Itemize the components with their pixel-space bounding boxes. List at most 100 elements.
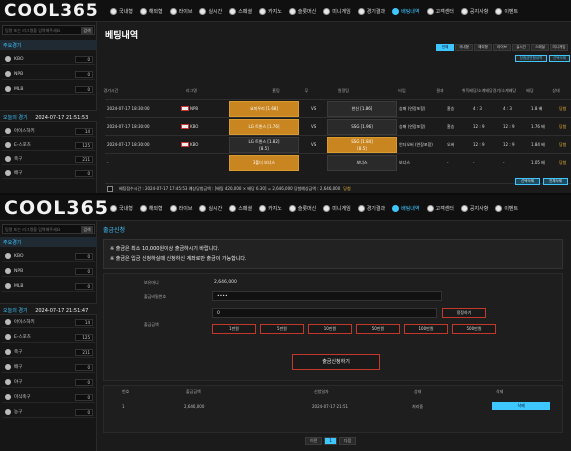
main-game-item[interactable]: MLB 0 bbox=[2, 84, 95, 95]
main-game-item[interactable]: NPB 0 bbox=[2, 266, 95, 277]
quick-amount-button[interactable]: 50만원 bbox=[356, 324, 400, 334]
team-search-input[interactable]: 팀명 또는 리그명을 입력해주세요 검색 bbox=[2, 224, 95, 234]
away-pick[interactable]: SSG [1.84] [8.5] bbox=[327, 137, 397, 153]
table-row: 2024-07-17 18:30:00 KBO LG 트윈스 [1.82] [8.5]… bbox=[105, 135, 571, 153]
nav-item-6[interactable]: 슬롯머신 bbox=[288, 7, 316, 15]
nav-item-8[interactable]: 경기결과 bbox=[357, 7, 385, 15]
quick-amount-button[interactable]: 500만원 bbox=[452, 324, 496, 334]
nav-item-7[interactable]: 미니게임 bbox=[323, 7, 351, 15]
quick-amount-button[interactable]: 5만원 bbox=[260, 324, 304, 334]
withdraw-password-field[interactable]: •••• bbox=[212, 291, 442, 301]
sport-item[interactable]: 배구 0 bbox=[2, 168, 95, 179]
row-delete-button[interactable]: 삭제 bbox=[492, 402, 550, 410]
main-nav: 국내형 해외형 라이브 실시간 스페셜 카지노 슬롯머신 미니게임 경기결과 배팅내역 고객센터 공지… bbox=[110, 0, 525, 22]
nav-item-1[interactable]: 해외형 bbox=[139, 204, 163, 212]
team-search-input[interactable]: 팀명 또는 리그명을 입력해주세요 검색 bbox=[2, 25, 95, 35]
quick-amount-button[interactable]: 100만원 bbox=[404, 324, 448, 334]
quick-amount-button[interactable]: 1만원 bbox=[212, 324, 256, 334]
nav-icon bbox=[259, 204, 267, 212]
nav-item-10[interactable]: 고객센터 bbox=[426, 204, 454, 212]
nav-item-2[interactable]: 라이브 bbox=[169, 7, 192, 15]
refund-history-button[interactable]: 당첨금반환내역 bbox=[515, 55, 547, 62]
row-number: 1 bbox=[122, 404, 125, 409]
nav-item-9[interactable]: 배팅내역 bbox=[392, 204, 420, 212]
row-score: 12 : 9 bbox=[503, 124, 515, 129]
nav-label: 카지노 bbox=[268, 205, 282, 212]
reset-amount-button[interactable]: 정정하기 bbox=[442, 308, 486, 318]
filter-button[interactable]: 미니게임 bbox=[550, 44, 568, 51]
nav-item-9[interactable]: 배팅내역 bbox=[392, 7, 420, 15]
nav-item-11[interactable]: 공지사항 bbox=[460, 7, 488, 15]
nav-icon bbox=[229, 7, 237, 15]
main-game-count: 0 bbox=[75, 268, 93, 275]
search-button[interactable]: 검색 bbox=[81, 226, 93, 233]
sport-item[interactable]: 축구 211 bbox=[2, 347, 95, 358]
search-placeholder: 팀명 또는 리그명을 입력해주세요 bbox=[5, 28, 61, 33]
away-pick[interactable]: 보너스 bbox=[327, 155, 397, 171]
nav-item-3[interactable]: 실시간 bbox=[199, 7, 223, 15]
nav-item-3[interactable]: 실시간 bbox=[199, 204, 222, 212]
notice-line-2: ※ 출금은 입금 신청하실때 신청하신 계좌로만 출금이 가능합니다. bbox=[110, 256, 247, 262]
home-pick[interactable]: 요미우리 [1.68] bbox=[229, 101, 299, 117]
pager-button[interactable]: 다음 bbox=[338, 437, 357, 445]
site-logo[interactable]: COOL365 bbox=[4, 197, 109, 219]
sport-item[interactable]: 축구 211 bbox=[2, 154, 95, 165]
filter-button[interactable]: 라이브 bbox=[493, 44, 511, 51]
sport-item[interactable]: 야구 0 bbox=[2, 377, 95, 388]
site-logo[interactable]: COOL365 bbox=[4, 1, 99, 21]
pager-button[interactable]: 1 bbox=[324, 437, 337, 445]
nav-item-8[interactable]: 경기결과 bbox=[357, 204, 385, 212]
nav-item-0[interactable]: 국내형 bbox=[110, 7, 133, 15]
nav-item-5[interactable]: 카지노 bbox=[259, 7, 282, 15]
nav-icon bbox=[392, 204, 400, 212]
nav-item-0[interactable]: 국내형 bbox=[110, 204, 133, 212]
nav-label: 국내형 bbox=[119, 8, 133, 15]
quick-amount-button[interactable]: 10만원 bbox=[308, 324, 352, 334]
withdraw-submit-button[interactable]: 출금신청하기 bbox=[292, 354, 380, 370]
nav-label: 실시간 bbox=[208, 8, 223, 15]
row-league: KBO bbox=[181, 124, 198, 129]
home-pick[interactable]: 3폴더 보너스 bbox=[229, 155, 299, 171]
nav-item-6[interactable]: 슬롯머신 bbox=[288, 204, 316, 212]
nav-item-1[interactable]: 해외형 bbox=[139, 7, 163, 15]
filter-button[interactable]: 전체 bbox=[436, 44, 454, 51]
bet-checkbox[interactable] bbox=[107, 186, 113, 192]
nav-icon bbox=[426, 204, 434, 212]
main-game-item[interactable]: KBO 0 bbox=[2, 54, 95, 65]
withdraw-amount-field[interactable]: 0 bbox=[212, 308, 437, 318]
nav-item-11[interactable]: 공지사항 bbox=[460, 204, 488, 212]
filter-button[interactable]: 해외형 bbox=[474, 44, 492, 51]
filter-button[interactable]: 실시간 bbox=[512, 44, 530, 51]
nav-item-4[interactable]: 스페셜 bbox=[229, 204, 252, 212]
sport-item[interactable]: E-스포츠 125 bbox=[2, 332, 95, 343]
row-status: 당첨 bbox=[559, 159, 567, 165]
filter-button[interactable]: 국내형 bbox=[455, 44, 473, 51]
sport-item[interactable]: E-스포츠 125 bbox=[2, 140, 95, 151]
away-pick[interactable]: 한신 [1.86] bbox=[327, 101, 397, 117]
pager-button[interactable]: 이전 bbox=[305, 437, 323, 445]
search-button[interactable]: 검색 bbox=[81, 27, 93, 34]
footer-select-delete-button[interactable]: 선택삭제 bbox=[515, 178, 540, 185]
nav-item-10[interactable]: 고객센터 bbox=[426, 7, 454, 15]
nav-item-2[interactable]: 라이브 bbox=[169, 204, 192, 212]
main-game-item[interactable]: NPB 0 bbox=[2, 69, 95, 80]
sport-item[interactable]: 미식축구 0 bbox=[2, 392, 95, 403]
sport-item[interactable]: 농구 0 bbox=[2, 407, 95, 418]
nav-item-4[interactable]: 스페셜 bbox=[229, 7, 252, 15]
footer-delete-all-button[interactable]: 전체삭제 bbox=[543, 178, 568, 185]
sport-item[interactable]: 아이스하키 14 bbox=[2, 126, 95, 137]
sport-item[interactable]: 배구 0 bbox=[2, 362, 95, 373]
league-name: KBO bbox=[190, 124, 199, 129]
filter-button[interactable]: 스페셜 bbox=[531, 44, 549, 51]
home-pick[interactable]: LG 트윈스 [1.82] [8.5] bbox=[229, 137, 299, 153]
away-pick[interactable]: SSG [1.96] bbox=[327, 119, 397, 135]
nav-item-12[interactable]: 이벤트 bbox=[495, 7, 518, 15]
nav-item-5[interactable]: 카지노 bbox=[259, 204, 282, 212]
nav-item-12[interactable]: 이벤트 bbox=[495, 204, 518, 212]
home-pick[interactable]: LG 트윈스 [1.76] bbox=[229, 119, 299, 135]
main-game-item[interactable]: MLB 0 bbox=[2, 281, 95, 292]
nav-item-7[interactable]: 미니게임 bbox=[323, 204, 351, 212]
main-game-item[interactable]: KBO 0 bbox=[2, 251, 95, 262]
sport-item[interactable]: 아이스하키 14 bbox=[2, 317, 95, 328]
select-delete-button[interactable]: 선택삭제 bbox=[549, 55, 570, 62]
